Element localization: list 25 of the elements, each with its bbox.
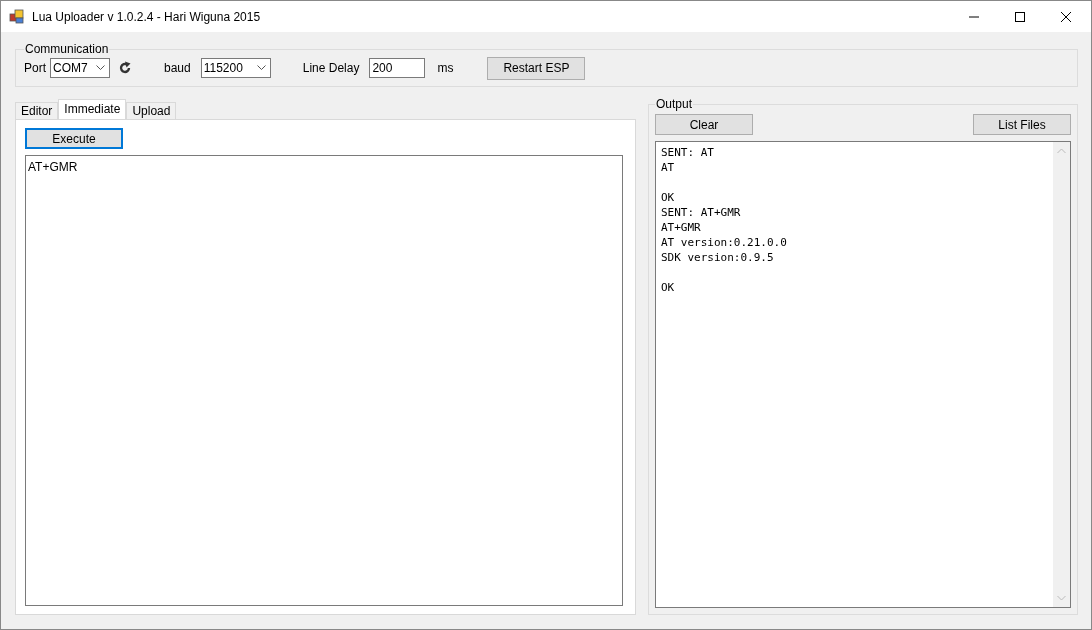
restart-button[interactable]: Restart ESP — [487, 56, 586, 80]
close-icon[interactable] — [1061, 11, 1071, 22]
tab[interactable]: Immediate — [58, 99, 127, 119]
command-textarea[interactable]: AT+GMR — [25, 155, 623, 606]
tab[interactable]: Editor — [15, 102, 59, 119]
window-title: Lua Uploader v 1.0.2.4 - Hari Wiguna 2015 — [32, 9, 261, 24]
tab[interactable]: Upload — [126, 102, 177, 119]
group-title: Output — [655, 97, 694, 111]
line-delay-label: Line Delay — [302, 61, 360, 75]
group-title: Communication — [24, 42, 110, 56]
output-log: SENT: AT AT OK SENT: AT+GMR AT+GMR AT version:0.21.0.0 SDK version:0.9.5 OK — [660, 145, 788, 296]
baud-label: baud — [164, 61, 191, 75]
list-files-button[interactable]: List Files — [973, 114, 1071, 135]
port-label: Port — [24, 61, 46, 75]
chevron-icon — [96, 65, 105, 71]
baud-dropdown[interactable]: 115200 — [200, 58, 271, 78]
execute-button[interactable]: Execute — [25, 128, 123, 149]
unit-label: ms — [437, 61, 454, 75]
clear-button[interactable]: Clear — [655, 114, 753, 135]
refresh-icon[interactable] — [118, 61, 132, 75]
chevron-icon — [256, 65, 266, 71]
maximize-icon[interactable] — [1015, 11, 1025, 22]
port-dropdown[interactable]: COM7 — [50, 58, 110, 78]
app-icon — [9, 8, 25, 25]
line-delay-field[interactable]: 200 — [369, 58, 426, 78]
